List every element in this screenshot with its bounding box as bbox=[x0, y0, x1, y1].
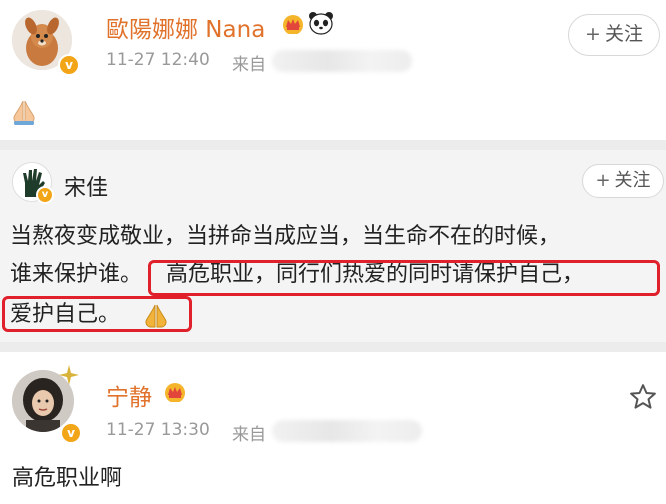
post-text-line-2a: 谁来保护谁。 bbox=[10, 262, 143, 287]
plus-icon: + bbox=[595, 170, 611, 191]
verified-badge-icon: v bbox=[58, 54, 80, 76]
post-source-label: 来自 bbox=[232, 425, 266, 445]
post-text-line-1: 当熬夜变成敬业，当拼命当成应当，当生命不在的时候， bbox=[10, 224, 561, 249]
highlight-box-upper bbox=[148, 260, 660, 296]
post-ning-jing: v 宁静 11-27 13:30 来自 高危职业啊 bbox=[0, 352, 666, 504]
follow-button[interactable]: + 关注 bbox=[568, 14, 660, 56]
username[interactable]: 宁静 bbox=[106, 378, 152, 412]
post-text: 高危职业啊 bbox=[12, 466, 123, 491]
post-timestamp: 11-27 13:30 bbox=[106, 420, 210, 440]
crown-badge-icon bbox=[165, 383, 185, 402]
crown-badge-icon bbox=[283, 15, 303, 34]
username[interactable]: 宋佳 bbox=[64, 170, 108, 202]
divider bbox=[0, 140, 666, 150]
blurred-source bbox=[272, 420, 422, 442]
decorative-sparkle-icon bbox=[59, 365, 79, 385]
follow-label: 关注 bbox=[614, 170, 651, 191]
post-timestamp: 11-27 12:40 bbox=[106, 50, 210, 70]
folded-hands-icon bbox=[13, 100, 35, 125]
follow-label: 关注 bbox=[604, 23, 643, 45]
divider bbox=[0, 342, 666, 352]
follow-button[interactable]: + 关注 bbox=[582, 164, 664, 198]
blurred-source bbox=[272, 50, 412, 72]
post-song-jia: v 宋佳 + 关注 当熬夜变成敬业，当拼命当成应当，当生命不在的时候， 谁来保护谁… bbox=[0, 150, 666, 342]
highlight-box-lower bbox=[2, 296, 192, 332]
post-ouyang-nana: v 歐陽娜娜 Nana 11-27 12:40 来自 + 关注 bbox=[0, 0, 666, 140]
username[interactable]: 歐陽娜娜 Nana bbox=[106, 10, 265, 44]
star-outline-icon[interactable] bbox=[628, 382, 658, 412]
post-source-label: 来自 bbox=[232, 55, 266, 75]
verified-badge-icon: v bbox=[36, 186, 54, 204]
plus-icon: + bbox=[585, 23, 601, 45]
panda-badge-icon bbox=[309, 12, 333, 35]
verified-badge-icon: v bbox=[60, 422, 82, 444]
